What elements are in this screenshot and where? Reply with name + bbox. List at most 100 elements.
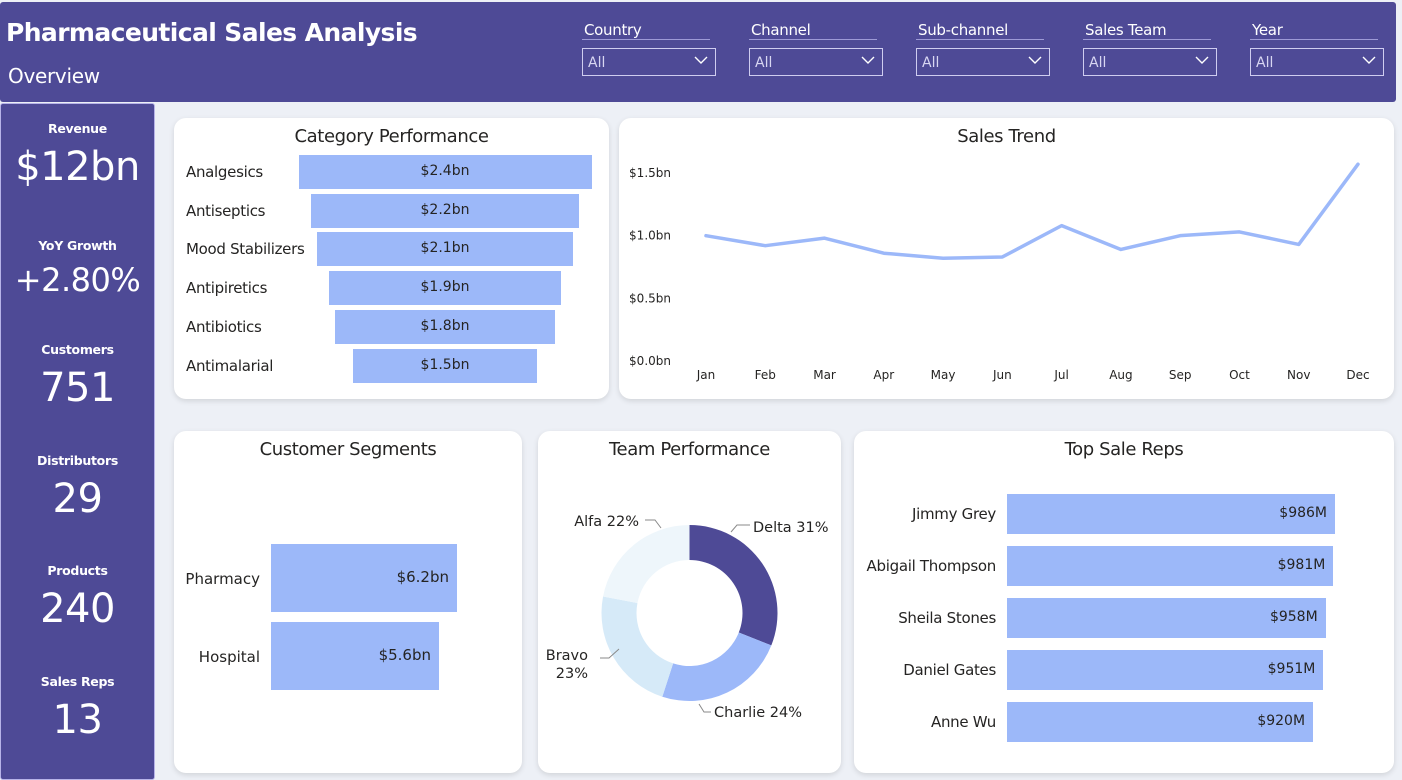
kpi-sales-reps-value: 13 [52, 697, 103, 743]
x-tick-label: Aug [1109, 368, 1132, 382]
donut-slice-bravo[interactable] [601, 596, 674, 697]
x-tick-label: Apr [873, 368, 894, 382]
donut-label-bravo-name: Bravo [546, 648, 588, 664]
kpi-revenue-label: Revenue [48, 121, 107, 136]
category-bar[interactable]: $1.9bn [329, 271, 561, 306]
filter-country-value: All [588, 55, 606, 71]
category-bar[interactable]: $2.4bn [298, 155, 592, 189]
kpi-customers-value: 751 [40, 365, 115, 411]
rep-label: Jimmy Grey [911, 505, 996, 523]
kpi-products-value: 240 [40, 586, 115, 632]
filter-sub-channel-label: Sub-channel [916, 20, 1044, 40]
kpi-distributors-value: 29 [52, 476, 103, 522]
filter-channel: Channel All [749, 20, 883, 76]
top-sale-reps-title: Top Sale Reps [1064, 439, 1184, 460]
segment-bar[interactable]: $5.6bn [271, 622, 439, 690]
filter-sub-channel-dropdown[interactable]: All [916, 48, 1050, 76]
donut-slice-charlie[interactable] [662, 632, 772, 701]
filter-country-dropdown[interactable]: All [582, 48, 716, 76]
kpi-products: Products 240 [1, 563, 154, 632]
category-bar-label: $2.1bn [420, 240, 470, 257]
category-bar[interactable]: $1.8bn [335, 309, 555, 344]
filter-sales-team-dropdown[interactable]: All [1083, 48, 1217, 76]
category-label: Antimalarial [186, 356, 274, 375]
y-tick-label: $1.0bn [629, 229, 671, 243]
filter-sales-team-value: All [1089, 55, 1107, 71]
category-bar[interactable]: $1.5bn [353, 348, 537, 383]
team-performance-card: Team Performance Delta 31% Charlie 24% Bra… [538, 431, 841, 773]
sales-trend-line[interactable] [704, 162, 1360, 260]
rep-bar-label: $981M [1277, 557, 1326, 573]
filter-channel-label: Channel [749, 20, 877, 40]
rep-bar[interactable]: $920M [1007, 702, 1314, 742]
x-tick-label: Mar [813, 368, 836, 382]
filter-country: Country All [582, 20, 716, 76]
category-label: Mood Stabilizers [186, 240, 305, 259]
segment-label: Hospital [198, 648, 260, 666]
rep-bar-label: $986M [1279, 505, 1327, 521]
filter-sub-channel: Sub-channel All [916, 20, 1050, 76]
page-title: Pharmaceutical Sales Analysis [6, 18, 418, 47]
team-performance-donut: Delta 31% Charlie 24% Bravo 23% Alfa 22% [546, 514, 829, 721]
kpi-sales-reps-label: Sales Reps [40, 674, 115, 689]
category-label: Analgesics [186, 163, 263, 181]
rep-bar[interactable]: $981M [1007, 546, 1334, 586]
header-bar: Pharmaceutical Sales Analysis Overview C… [0, 2, 1396, 102]
rep-label: Anne Wu [931, 713, 996, 731]
page-subtitle: Overview [8, 64, 100, 88]
chevron-down-icon [1028, 56, 1042, 64]
category-bar-label: $1.8bn [420, 317, 470, 334]
rep-bar[interactable]: $986M [1007, 494, 1335, 534]
rep-bar-label: $951M [1267, 661, 1316, 677]
category-label: Antiseptics [186, 201, 266, 220]
kpi-panel: Revenue $12bn YoY Growth +2.80% Customer… [0, 103, 155, 780]
chevron-down-icon [1195, 56, 1209, 64]
chevron-down-icon [694, 56, 708, 64]
filter-sales-team-label: Sales Team [1083, 20, 1211, 40]
kpi-distributors: Distributors 29 [1, 453, 154, 522]
category-bar[interactable]: $2.1bn [316, 232, 574, 267]
x-tick-label: Jul [1053, 368, 1068, 382]
category-performance-card: Category Performance Analgesics $2.4bn Ant… [174, 118, 609, 399]
x-tick-label: Feb [755, 368, 776, 382]
category-bar[interactable]: $2.2bn [310, 193, 580, 228]
kpi-yoy-growth-label: YoY Growth [38, 238, 117, 253]
segment-bar[interactable]: $6.2bn [271, 544, 457, 612]
filter-year-label: Year [1250, 20, 1378, 40]
filter-channel-dropdown[interactable]: All [749, 48, 883, 76]
customer-segments-card: Customer Segments Pharmacy $6.2bn Hospital… [174, 431, 522, 773]
category-label: Antipiretics [186, 279, 268, 298]
rep-bar-label: $958M [1269, 609, 1318, 625]
rep-bar[interactable]: $958M [1007, 598, 1326, 638]
segment-bar-label: $6.2bn [396, 568, 449, 586]
filter-sub-channel-value: All [922, 55, 940, 71]
x-tick-label: Nov [1287, 368, 1310, 382]
x-tick-label: Jun [992, 368, 1012, 382]
rep-bar[interactable]: $951M [1007, 650, 1324, 690]
rep-label: Sheila Stones [898, 609, 996, 627]
donut-label-charlie: Charlie 24% [714, 705, 802, 721]
kpi-products-label: Products [47, 563, 108, 578]
filter-year: Year All [1250, 20, 1384, 76]
leader-line [730, 524, 750, 533]
x-tick-label: May [931, 368, 956, 382]
top-sale-reps-card: Top Sale Reps Jimmy Grey $986M Abigail Tho… [854, 431, 1394, 773]
kpi-distributors-label: Distributors [37, 453, 118, 468]
x-tick-label: Sep [1169, 368, 1192, 382]
rep-label: Abigail Thompson [866, 557, 997, 575]
category-label: Antibiotics [186, 317, 262, 336]
customer-segments-title: Customer Segments [259, 439, 437, 460]
x-tick-label: Jan [696, 368, 716, 382]
donut-label-bravo-pct: 23% [556, 666, 588, 682]
donut-slice-alfa[interactable] [603, 525, 690, 604]
kpi-yoy-growth: YoY Growth +2.80% [1, 238, 154, 299]
x-tick-label: Oct [1229, 368, 1250, 382]
category-bar-label: $1.5bn [420, 356, 470, 373]
kpi-sales-reps: Sales Reps 13 [1, 674, 154, 743]
donut-label-alfa: Alfa 22% [574, 514, 639, 530]
rep-label: Daniel Gates [903, 661, 996, 679]
kpi-yoy-growth-value: +2.80% [14, 261, 141, 299]
sales-trend-card: Sales Trend $0.0bn $0.5bn $1.0bn $1.5bn Jan F… [619, 118, 1394, 399]
donut-slice-delta[interactable] [689, 525, 778, 646]
filter-year-dropdown[interactable]: All [1250, 48, 1384, 76]
